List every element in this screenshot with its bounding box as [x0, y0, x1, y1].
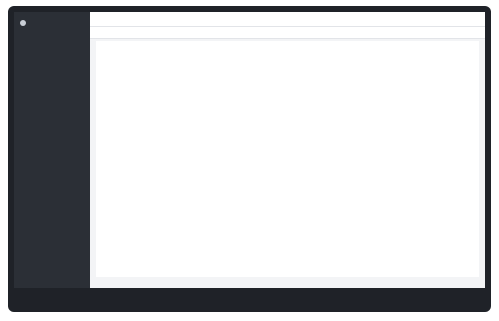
logo-icon [20, 20, 26, 26]
sidebar [14, 12, 90, 288]
top-bar [90, 12, 485, 27]
device-frame [8, 6, 491, 312]
sidebar-brand[interactable] [14, 12, 90, 34]
document-page [96, 41, 479, 277]
main-panel [90, 12, 485, 288]
tab-bar [90, 27, 485, 39]
